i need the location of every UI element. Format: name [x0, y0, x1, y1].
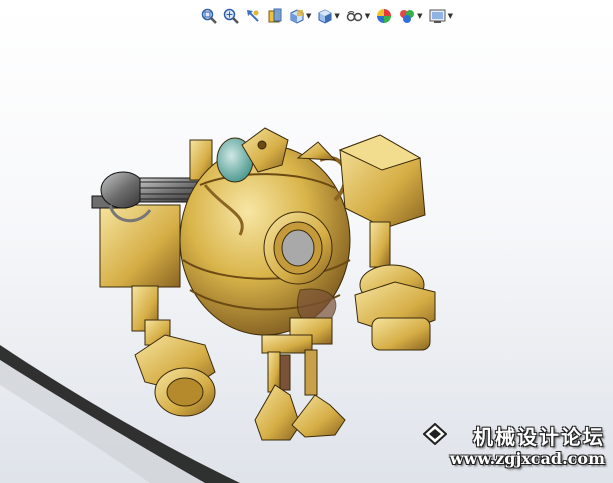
zoom-to-fit-button[interactable] — [200, 5, 218, 27]
display-style-button[interactable]: ▼ — [316, 5, 340, 27]
previous-view-icon — [247, 10, 259, 22]
chevron-down-icon: ▼ — [334, 11, 340, 20]
chevron-down-icon: ▼ — [306, 11, 312, 20]
zoom-to-area-button[interactable] — [222, 5, 240, 27]
apply-scene-button[interactable]: ▼ — [397, 5, 423, 27]
watermark-title: 机械设计论坛 — [473, 425, 605, 449]
edit-appearance-icon — [377, 9, 392, 23]
view-settings-button[interactable]: ▼ — [428, 5, 454, 27]
watermark-url: www.zgjxcad.com — [449, 449, 605, 468]
robot-legs — [254, 317, 346, 441]
zoom-to-area-icon — [223, 8, 239, 24]
robot-torso — [179, 127, 351, 336]
view-settings-icon — [429, 9, 446, 23]
hide-show-items-button[interactable]: ▼ — [345, 5, 371, 27]
chevron-down-icon: ▼ — [447, 11, 453, 20]
zoom-to-fit-icon — [201, 8, 217, 24]
previous-view-button[interactable] — [244, 5, 262, 27]
hide-show-items-icon — [346, 11, 363, 22]
chevron-down-icon: ▼ — [417, 11, 423, 20]
forum-logo-icon — [423, 423, 447, 445]
heads-up-view-toolbar: ▼ ▼ ▼ ▼ ▼ — [200, 4, 454, 28]
view-orientation-icon — [290, 9, 304, 24]
watermark: 机械设计论坛 www.zgjxcad.com — [417, 421, 607, 473]
apply-scene-icon — [400, 10, 415, 23]
chevron-down-icon: ▼ — [364, 11, 371, 20]
view-orientation-button[interactable]: ▼ — [288, 5, 312, 27]
right-arm — [338, 134, 436, 351]
section-view-button[interactable] — [266, 5, 284, 27]
robot-model[interactable] — [0, 0, 613, 483]
display-style-icon — [318, 9, 332, 24]
section-view-icon — [268, 8, 282, 23]
edit-appearance-button[interactable] — [375, 5, 393, 27]
graphics-area[interactable]: ▼ ▼ ▼ ▼ ▼ 机械设计论坛 www.zgjxcad.com — [0, 0, 613, 483]
